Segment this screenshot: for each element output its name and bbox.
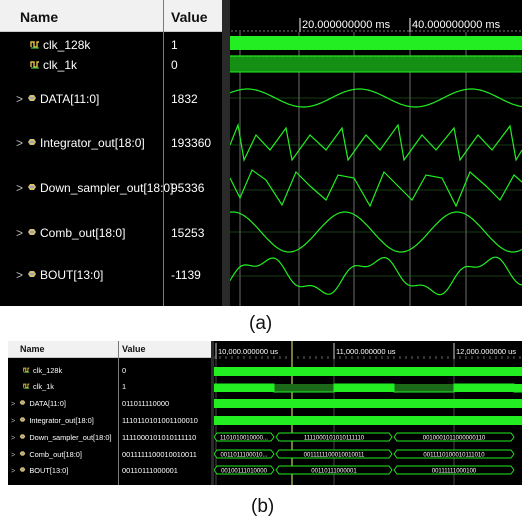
signal-value: 1 xyxy=(171,38,178,52)
bus-signal-icon xyxy=(19,466,26,475)
time-label: 12,000.000000 us xyxy=(456,347,516,356)
signal-name: DATA[11:0] xyxy=(40,92,100,106)
signal-value: 15253 xyxy=(171,226,205,240)
bout-bus-value: 00110111000001 xyxy=(311,468,357,474)
caption-a: (a) xyxy=(249,313,273,334)
signal-name: Comb_out[18:0] xyxy=(40,226,126,240)
down-sampler-out-wave[interactable] xyxy=(230,169,522,208)
data-bus-wave[interactable] xyxy=(214,399,522,408)
bus-signal-icon xyxy=(27,92,37,106)
waveform-canvas[interactable]: 10,000.000000 us 11,000.000000 us 12,000.0… xyxy=(214,341,522,485)
pane-splitter[interactable] xyxy=(222,0,230,306)
clock-signal-icon xyxy=(30,58,40,72)
clock-signal-icon xyxy=(23,366,30,375)
integrator-out-wave[interactable] xyxy=(230,122,522,162)
down-sampler-bus-value: 1101010010000... xyxy=(220,435,268,441)
expand-chevron-icon[interactable]: > xyxy=(11,416,15,425)
signal-value: -1139 xyxy=(171,268,201,282)
signal-name: BOUT[13:0] xyxy=(29,466,69,475)
bout-bus-value: 00111111000100 xyxy=(432,468,477,474)
signal-value: 1111000101010111110 xyxy=(122,433,197,442)
bus-signal-icon xyxy=(27,136,37,150)
waveform-viewer-a: Name Value clk_128k 1 clk_1k 0 > DATA[11:0] 18… xyxy=(0,0,522,306)
caption-b: (b) xyxy=(251,496,275,517)
signal-value: 0 xyxy=(171,58,178,72)
clk-1k-high-fill xyxy=(454,384,522,392)
expand-chevron-icon[interactable]: > xyxy=(16,226,23,240)
signal-name: clk_128k xyxy=(33,366,63,375)
clk-128k-wave[interactable] xyxy=(230,36,522,50)
signal-name: DATA[11:0] xyxy=(29,399,66,408)
clk-1k-high-fill xyxy=(334,384,394,392)
signal-name: Integrator_out[18:0] xyxy=(29,416,94,425)
waveform-viewer-b: Name Value clk_128k 0 clk_1k 1 > DATA[11:0] 01… xyxy=(8,341,522,485)
waveform-canvas[interactable]: 20.000000000 ms 40.000000000 ms xyxy=(230,0,522,306)
column-divider[interactable] xyxy=(118,341,119,485)
signal-value: 0 xyxy=(122,366,127,375)
column-divider[interactable] xyxy=(163,0,164,306)
signal-value: 0011111100010010011 xyxy=(122,450,197,459)
signal-name: Down_sampler_out[18:0] xyxy=(29,433,112,442)
expand-chevron-icon[interactable]: > xyxy=(16,181,23,195)
comb-bus-value: 0011111100010010011 xyxy=(304,452,365,458)
time-label: 11,000.000000 us xyxy=(336,347,396,356)
comb-bus-value: 0011011100010... xyxy=(220,452,267,458)
name-column-header[interactable]: Name xyxy=(20,9,58,25)
integrator-bus-wave[interactable] xyxy=(214,416,522,425)
down-sampler-bus-value: 1111000101010111110 xyxy=(304,435,365,441)
clock-signal-icon xyxy=(23,382,30,391)
bus-signal-icon xyxy=(27,181,37,195)
signal-name: clk_1k xyxy=(43,58,78,72)
signal-name: Comb_out[18:0] xyxy=(29,450,82,459)
bus-signal-icon xyxy=(19,433,26,442)
time-label: 40.000000000 ms xyxy=(412,19,501,31)
signal-value: 1 xyxy=(122,382,127,391)
clk-128k-wave[interactable] xyxy=(214,367,522,376)
bus-signal-icon xyxy=(19,416,26,425)
clk-1k-low-fill xyxy=(274,384,334,392)
signal-name: Integrator_out[18:0] xyxy=(40,136,145,150)
signal-value: 00110111000001 xyxy=(122,466,178,475)
expand-chevron-icon[interactable]: > xyxy=(16,92,23,106)
time-label: 10,000.000000 us xyxy=(218,347,278,356)
name-column-header[interactable]: Name xyxy=(20,344,45,354)
signal-value: 193360 xyxy=(171,136,212,150)
clk-1k-high-fill xyxy=(214,384,274,392)
value-column-header[interactable]: Value xyxy=(171,9,208,25)
bus-signal-icon xyxy=(27,226,37,240)
clk-1k-low-fill xyxy=(394,384,454,392)
signal-name: clk_128k xyxy=(43,38,91,52)
clock-signal-icon xyxy=(30,38,40,52)
expand-chevron-icon[interactable]: > xyxy=(11,433,15,442)
bus-signal-icon xyxy=(27,268,37,282)
signal-value: 95336 xyxy=(171,181,205,195)
expand-chevron-icon[interactable]: > xyxy=(11,399,15,408)
bus-signal-icon xyxy=(19,399,26,408)
down-sampler-bus-value: 0010001011000000110 xyxy=(423,435,486,441)
comb-bus-value: 0011110100010111010 xyxy=(423,452,485,458)
signal-value: 1110110101001100010 xyxy=(122,416,198,425)
signal-name: clk_1k xyxy=(33,382,54,391)
signal-name: BOUT[13:0] xyxy=(40,268,104,282)
signal-value: 1832 xyxy=(171,92,198,106)
expand-chevron-icon[interactable]: > xyxy=(11,466,15,475)
expand-chevron-icon[interactable]: > xyxy=(16,136,23,150)
signal-value: 011011110000 xyxy=(122,399,170,408)
value-column-header[interactable]: Value xyxy=(122,344,146,354)
expand-chevron-icon[interactable]: > xyxy=(11,450,15,459)
signal-name: Down_sampler_out[18:0] xyxy=(40,181,174,195)
signal-list-header: Name Value xyxy=(8,341,214,358)
expand-chevron-icon[interactable]: > xyxy=(16,268,23,282)
signal-list-header: Name Value xyxy=(0,0,222,32)
bus-signal-icon xyxy=(19,450,26,459)
time-label: 20.000000000 ms xyxy=(302,19,391,31)
bout-bus-value: 00100111010000 xyxy=(221,468,267,474)
